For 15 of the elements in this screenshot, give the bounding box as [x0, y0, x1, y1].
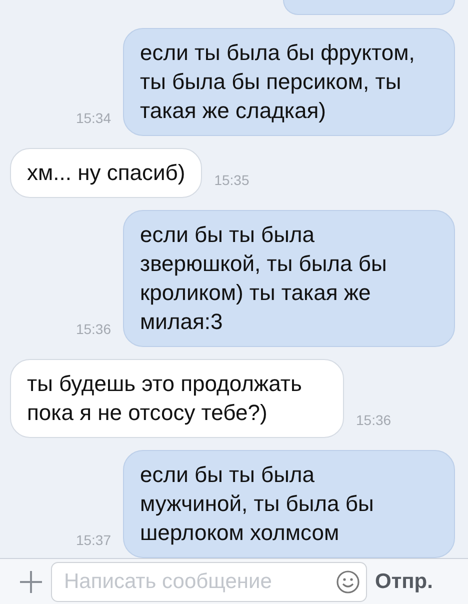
message-bubble: хм... ну спасиб) [10, 148, 202, 198]
message-input[interactable]: Написать сообщение [62, 568, 336, 594]
message-bubble: ты будешь это продолжать пока я не отсосу тебе?) [10, 359, 344, 438]
message-bubble: если бы ты была мужчиной, ты была бы шерлоком холмсом [123, 450, 455, 558]
message-time: 15:37 [76, 532, 111, 550]
message-time: 15:36 [76, 321, 111, 339]
message-field[interactable]: Написать сообщение [51, 562, 367, 602]
message-time: 15:36 [356, 412, 392, 430]
message-time: 15:34 [76, 110, 111, 128]
smiley-icon[interactable] [336, 570, 360, 594]
message-bubble: если ты была бы фруктом, ты была бы персиком, ты такая же сладкая) [123, 28, 455, 136]
message-time: 15:35 [214, 172, 250, 190]
message-bubble: если бы ты была зверюшкой, ты была бы кроликом) ты такая же милая:3 [123, 210, 455, 347]
plus-icon[interactable] [19, 570, 43, 594]
send-button[interactable]: Отпр. [375, 570, 433, 594]
